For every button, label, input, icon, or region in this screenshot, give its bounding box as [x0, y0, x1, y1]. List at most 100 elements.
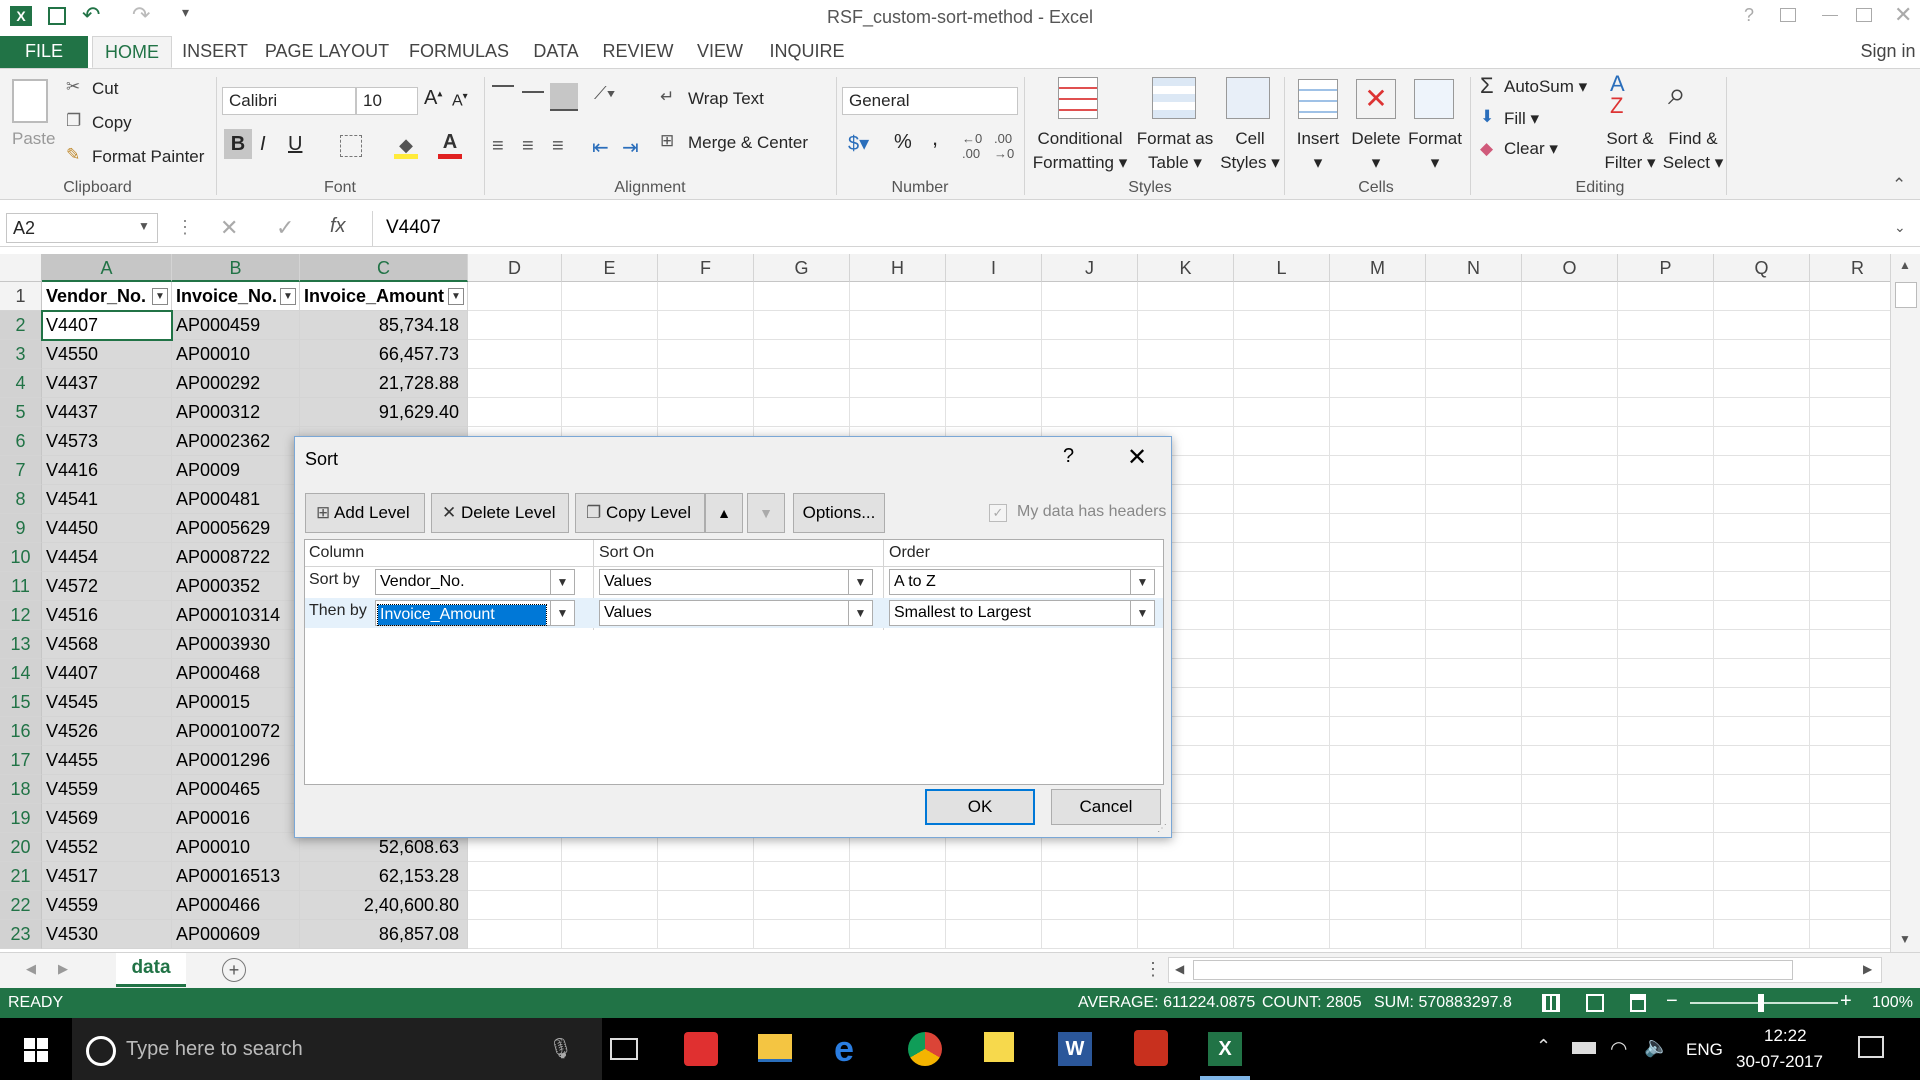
scroll-left-icon[interactable]: ◀ — [1175, 962, 1184, 976]
table-cell[interactable]: V4572 — [42, 572, 172, 601]
cell-styles-button[interactable]: Cell Styles ▾ — [1220, 127, 1280, 175]
ok-button[interactable]: OK — [925, 789, 1035, 825]
sign-in-link[interactable]: Sign in — [1856, 36, 1920, 68]
row-header[interactable]: 12 — [0, 601, 42, 630]
borders-icon[interactable] — [340, 135, 362, 157]
move-down-button[interactable]: ▼ — [747, 493, 785, 533]
then-order-select[interactable]: Smallest to Largest ▼ — [889, 600, 1155, 626]
table-cell[interactable]: V4454 — [42, 543, 172, 572]
collapse-ribbon-icon[interactable]: ⌃ — [1892, 175, 1906, 195]
number-format-select[interactable]: General — [842, 87, 1018, 115]
show-hidden-icons[interactable]: ⌃ — [1536, 1036, 1551, 1057]
tab-home[interactable]: HOME — [92, 36, 172, 68]
headers-checkbox-label[interactable]: My data has headers — [1017, 503, 1166, 521]
merge-center-button[interactable]: Merge & Center — [688, 133, 808, 153]
row-header[interactable]: 13 — [0, 630, 42, 659]
middle-align-icon[interactable] — [522, 91, 544, 93]
table-cell[interactable]: AP00010 — [172, 340, 300, 369]
table-cell[interactable]: 21,728.88 — [300, 369, 468, 398]
font-name-select[interactable]: Calibri — [222, 87, 356, 115]
sort-level-row-selected[interactable]: Then by Invoice_Amount ▼ Values ▼ Smalle… — [305, 598, 1163, 628]
zoom-level[interactable]: 100% — [1872, 994, 1913, 1012]
tab-data[interactable]: DATA — [526, 36, 586, 68]
confirm-entry-icon[interactable]: ✓ — [276, 215, 294, 241]
bold-button[interactable]: B — [224, 129, 252, 159]
table-cell[interactable]: AP000465 — [172, 775, 300, 804]
column-header-e[interactable]: E — [562, 254, 658, 282]
minimize-icon[interactable] — [1822, 15, 1838, 16]
conditional-formatting-button[interactable]: Conditional Formatting ▾ — [1030, 127, 1130, 175]
sticky-notes-icon[interactable] — [984, 1032, 1014, 1062]
table-cell[interactable]: AP00016513 — [172, 862, 300, 891]
table-cell[interactable]: V4437 — [42, 369, 172, 398]
table-cell[interactable]: AP000609 — [172, 920, 300, 949]
column-header-n[interactable]: N — [1426, 254, 1522, 282]
row-header[interactable]: 10 — [0, 543, 42, 572]
scroll-right-icon[interactable]: ▶ — [1863, 962, 1872, 976]
row-header[interactable]: 7 — [0, 456, 42, 485]
resize-grip-icon[interactable]: ⋰ — [1157, 823, 1167, 834]
cancel-button[interactable]: Cancel — [1051, 789, 1161, 825]
tab-split-handle[interactable]: ⋮ — [1144, 959, 1162, 980]
search-placeholder[interactable]: Type here to search — [126, 1038, 303, 1061]
increase-decimal-icon[interactable]: ←0.00 — [962, 131, 982, 161]
cancel-entry-icon[interactable]: ✕ — [220, 215, 238, 241]
align-center-icon[interactable]: ≡ — [522, 135, 534, 158]
table-cell[interactable]: V4541 — [42, 485, 172, 514]
clear-button[interactable]: Clear ▾ — [1504, 139, 1558, 159]
row-header[interactable]: 8 — [0, 485, 42, 514]
add-level-button[interactable]: ⊞ Add Level — [305, 493, 425, 533]
sort-filter-button[interactable]: Sort & Filter ▾ — [1600, 127, 1660, 175]
decrease-decimal-icon[interactable]: .00 →0 — [994, 131, 1014, 161]
table-cell[interactable]: AP0005629 — [172, 514, 300, 543]
cortana-icon[interactable] — [86, 1036, 116, 1066]
h-scroll-thumb[interactable] — [1193, 960, 1793, 980]
row-header[interactable]: 9 — [0, 514, 42, 543]
table-cell[interactable]: AP000466 — [172, 891, 300, 920]
orientation-icon[interactable]: ⟋▾ — [594, 83, 615, 104]
table-cell[interactable]: V4455 — [42, 746, 172, 775]
row-header[interactable]: 20 — [0, 833, 42, 862]
percent-style-button[interactable]: % — [894, 131, 912, 154]
table-cell[interactable]: AP000468 — [172, 659, 300, 688]
table-cell[interactable]: 62,153.28 — [300, 862, 468, 891]
table-cell[interactable]: 86,857.08 — [300, 920, 468, 949]
table-cell[interactable]: AP000481 — [172, 485, 300, 514]
table-cell[interactable]: AP000352 — [172, 572, 300, 601]
chevron-down-icon[interactable]: ▼ — [848, 601, 872, 625]
row-header[interactable]: 16 — [0, 717, 42, 746]
font-color-icon[interactable]: A — [438, 131, 462, 159]
new-sheet-icon[interactable]: + — [222, 958, 246, 982]
word-icon[interactable]: W — [1058, 1032, 1092, 1066]
battery-icon[interactable] — [1572, 1042, 1596, 1054]
insert-function-icon[interactable]: fx — [330, 215, 346, 238]
zoom-in-icon[interactable]: + — [1840, 990, 1852, 1013]
delete-cells-button[interactable]: Delete ▾ — [1346, 127, 1406, 175]
volume-icon[interactable]: 🔈 — [1644, 1034, 1669, 1059]
shrink-font-icon[interactable]: A▾ — [452, 91, 468, 110]
column-header-p[interactable]: P — [1618, 254, 1714, 282]
table-cell[interactable]: AP0002362 — [172, 427, 300, 456]
table-cell[interactable]: V4569 — [42, 804, 172, 833]
fill-color-icon[interactable]: ◆ — [394, 135, 418, 159]
table-cell[interactable]: AP000312 — [172, 398, 300, 427]
dialog-close-button[interactable]: ✕ — [1127, 443, 1147, 472]
normal-view-icon[interactable] — [1542, 994, 1560, 1012]
find-select-button[interactable]: Find & Select ▾ — [1660, 127, 1726, 175]
fill-button[interactable]: Fill ▾ — [1504, 109, 1539, 129]
excel-taskbar-icon[interactable]: X — [1208, 1032, 1242, 1066]
chevron-down-icon[interactable]: ▼ — [1130, 601, 1154, 625]
headers-checkbox[interactable]: ✓ — [989, 504, 1007, 522]
column-header-a[interactable]: A — [42, 254, 172, 282]
row-header[interactable]: 15 — [0, 688, 42, 717]
copy-button[interactable]: Copy — [92, 113, 132, 133]
maximize-icon[interactable] — [1856, 8, 1872, 22]
grow-font-icon[interactable]: A▴ — [424, 87, 442, 110]
tab-insert[interactable]: INSERT — [180, 36, 250, 68]
table-cell[interactable]: V4545 — [42, 688, 172, 717]
paste-icon[interactable] — [12, 79, 48, 123]
zoom-out-icon[interactable]: − — [1666, 990, 1678, 1013]
expand-formula-icon[interactable]: ⌄ — [1894, 219, 1906, 236]
column-header-b[interactable]: B — [172, 254, 300, 282]
bottom-align-icon[interactable] — [550, 83, 578, 111]
